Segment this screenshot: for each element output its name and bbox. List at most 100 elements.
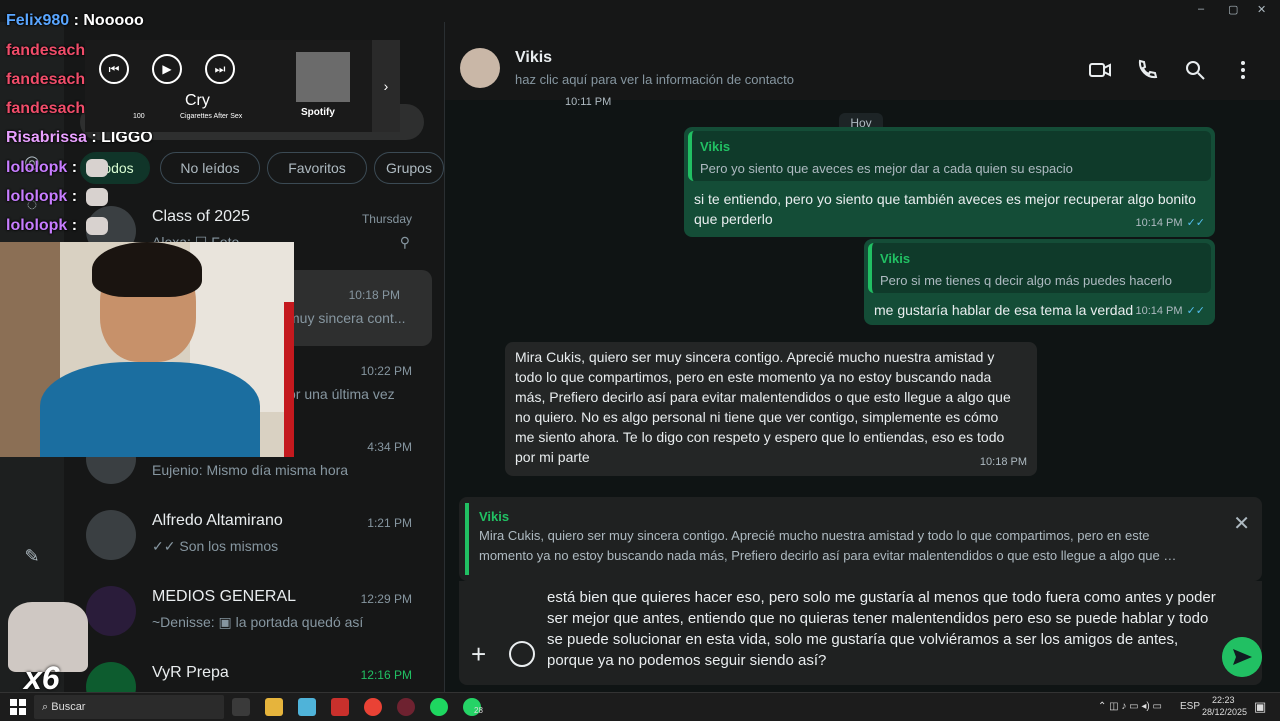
minimize-button[interactable]: ‒ [1198,3,1204,15]
outgoing-message[interactable]: Vikis Pero si me tienes q decir algo más… [864,239,1215,325]
chat-time: 1:21 PM [367,516,412,530]
input-line: ser mejor que antes, entiendo que no qui… [547,610,1209,627]
close-reply-icon[interactable]: ✕ [1233,511,1250,536]
reply-author: Vikis [479,509,510,524]
tray-icons[interactable]: ⌃ ◫ ♪ ▭ ◂) ▭ [1098,701,1162,712]
message-composer[interactable]: + está bien que quieres hacer eso, pero … [459,581,1262,685]
conversation-panel: Vikis haz clic aquí para ver la informac… [445,22,1280,692]
contact-name: Vikis [515,49,553,66]
clock-date[interactable]: 28/12/2025 [1202,707,1247,717]
cat-emote-icon [85,159,108,177]
attach-plus-icon[interactable]: + [471,639,486,670]
avatar [86,586,136,636]
previous-message-time: 10:11 PM [565,96,612,108]
chat-preview: Eujenio: Mismo día misma hora [152,462,349,478]
reply-text-line: momento ya no estoy buscando nada más, P… [479,548,1177,563]
whatsapp-badge: 28 [474,706,483,715]
sticker-icon[interactable] [509,641,535,667]
incoming-message[interactable]: Mira Cukis, quiero ser muy sincera conti… [505,342,1037,476]
previous-track-icon[interactable]: ⏮ [99,54,129,84]
chat-preview: ✓✓ Son los mismos [152,538,279,554]
chat-name: MEDIOS GENERAL [152,588,297,605]
spotify-icon[interactable] [430,698,448,716]
message-line: todo lo que compartimos, pero en este mo… [515,369,992,385]
search-icon[interactable] [1183,58,1207,82]
read-ticks-icon: ✓✓ [1186,217,1205,229]
chat-row-vyr-prepa[interactable]: VyR Prepa 12:16 PM [64,650,444,692]
taskbar: ⌕ Buscar 28 ⌃ ◫ ♪ ▭ ◂) ▭ ESP 22:23 28/12… [0,692,1280,721]
obs-icon[interactable] [397,698,415,716]
cat-emote-icon [85,217,108,235]
play-icon[interactable]: ▶ [152,54,182,84]
maximize-button[interactable]: ▢ [1228,3,1238,16]
stream-chat-line: Felix980 : Nooooo [6,12,144,29]
chevron-right-icon[interactable]: › [372,40,400,132]
close-window-button[interactable]: ✕ [1257,3,1266,16]
message-line: más, Prefiero decirlo así para evitar ma… [515,389,1011,405]
webcam-overlay [0,242,294,457]
chat-name: VyR Prepa [152,664,229,681]
chat-row-medios-general[interactable]: MEDIOS GENERAL 12:29 PM ~Denisse: ▣ la p… [64,574,444,650]
new-chat-icon[interactable]: ✎ [20,544,44,568]
taskbar-search-label: Buscar [51,701,86,713]
taskbar-search[interactable]: ⌕ Buscar [34,695,224,719]
message-text: me gustaría hablar de esa tema la verdad [874,302,1134,318]
volume-value: 100 [133,113,145,120]
send-icon[interactable] [1222,637,1262,677]
quoted-message[interactable]: Vikis Pero yo siento que aveces es mejor… [688,131,1211,181]
chat-preview: ~Denisse: ▣ la portada quedó así [152,614,364,630]
quote-text: Pero si me tienes q decir algo más puede… [880,273,1172,288]
chat-name: Alfredo Altamirano [152,512,283,529]
chrome-icon[interactable] [364,698,382,716]
task-view-icon[interactable] [232,698,250,716]
notepad-icon[interactable] [298,698,316,716]
message-input[interactable]: está bien que quieres hacer eso, pero so… [547,587,1227,671]
contact-subtitle: haz clic aquí para ver la información de… [515,72,794,87]
message-text: que perderlo [694,211,773,227]
song-title: Cry [185,92,210,109]
pin-icon: ⚲ [399,234,410,250]
album-cover [296,52,350,102]
reply-preview: Vikis Mira Cukis, quiero ser muy sincera… [459,497,1262,581]
windows-start-icon[interactable] [10,699,26,715]
file-explorer-icon[interactable] [265,698,283,716]
message-line: no quiero. No es algo personal ni tiene … [515,409,999,425]
app-icon[interactable] [331,698,349,716]
chat-row-alfredo[interactable]: Alfredo Altamirano 1:21 PM ✓✓ Son los mi… [64,498,444,574]
chat-name: Class of 2025 [152,208,250,225]
language-indicator[interactable]: ESP [1180,701,1200,712]
stream-chat-line: lololopk : [6,188,108,206]
next-track-icon[interactable]: ⏭ [205,54,235,84]
quote-text: Pero yo siento que aveces es mejor dar a… [700,161,1073,176]
chat-time: 4:34 PM [367,440,412,454]
title-bar: ‒ ▢ ✕ [0,0,1280,22]
spotify-widget: ⏮ ▶ ⏭ Cry Cigarettes After Sex 100 Spoti… [85,40,400,132]
cat-emote-icon [85,188,108,206]
voice-call-icon[interactable] [1135,58,1159,82]
chat-time: 10:22 PM [360,364,412,378]
filter-favorites[interactable]: Favoritos [267,152,367,184]
read-ticks-icon: ✓✓ [1186,305,1205,317]
clock-time[interactable]: 22:23 [1212,695,1235,705]
message-line: por mi parte [515,449,590,465]
spotify-logo: Spotify [301,107,335,118]
conversation-header[interactable]: Vikis haz clic aquí para ver la informac… [445,40,1280,100]
chat-time: 12:29 PM [360,592,412,606]
notification-icon[interactable]: ▣ [1254,699,1266,715]
message-text: si te entiendo, pero yo siento que tambi… [694,191,1196,207]
message-line: Mira Cukis, quiero ser muy sincera conti… [515,349,995,365]
input-line: está bien que quieres hacer eso, pero so… [547,589,1216,606]
message-time: 10:18 PM [979,456,1027,468]
reply-quote: Vikis Mira Cukis, quiero ser muy sincera… [465,503,1222,575]
outgoing-message[interactable]: Vikis Pero yo siento que aveces es mejor… [684,127,1215,237]
menu-icon[interactable] [1231,58,1255,82]
chat-preview: or una última vez [288,386,395,402]
video-call-icon[interactable] [1088,58,1112,82]
filter-groups[interactable]: Grupos [374,152,444,184]
contact-avatar[interactable] [460,48,500,88]
quote-author: Vikis [880,251,911,266]
filter-unread[interactable]: No leídos [160,152,260,184]
chat-time: 10:18 PM [348,288,400,302]
quoted-message[interactable]: Vikis Pero si me tienes q decir algo más… [868,243,1211,293]
stream-chat-line: lololopk : [6,217,108,235]
